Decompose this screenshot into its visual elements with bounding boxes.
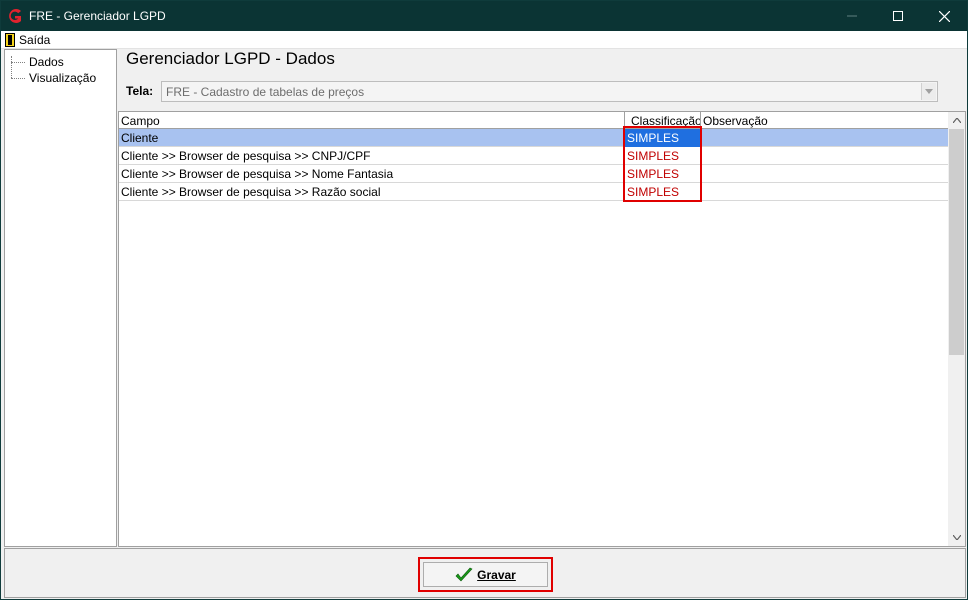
chevron-up-icon xyxy=(952,118,961,123)
cell-campo[interactable]: Cliente xyxy=(119,129,625,147)
table-row[interactable]: Cliente >> Browser de pesquisa >> Razão … xyxy=(119,183,949,201)
tela-select-value: FRE - Cadastro de tabelas de preços xyxy=(166,85,365,99)
maximize-icon xyxy=(893,11,903,21)
check-icon xyxy=(455,567,473,581)
column-header-classificacao[interactable]: Classificação xyxy=(625,112,701,129)
save-button[interactable]: Gravar xyxy=(423,562,548,587)
cell-observacao[interactable] xyxy=(701,183,949,201)
cell-classificacao[interactable]: SIMPLES xyxy=(625,147,701,165)
table-row[interactable]: Cliente >> Browser de pesquisa >> Nome F… xyxy=(119,165,949,183)
chevron-down-icon xyxy=(925,89,933,94)
navigation-tree: Dados Visualização xyxy=(4,49,117,547)
cell-observacao[interactable] xyxy=(701,147,949,165)
footer-bar: Gravar xyxy=(4,548,966,598)
maximize-button[interactable] xyxy=(875,1,921,31)
scroll-thumb[interactable] xyxy=(949,129,964,355)
minimize-icon xyxy=(847,15,857,17)
title-bar[interactable]: FRE - Gerenciador LGPD xyxy=(1,1,967,31)
cell-classificacao[interactable]: SIMPLES xyxy=(625,129,701,147)
cell-campo[interactable]: Cliente >> Browser de pesquisa >> Nome F… xyxy=(119,165,625,183)
dropdown-arrow-button[interactable] xyxy=(921,83,936,100)
cell-classificacao[interactable]: SIMPLES xyxy=(625,183,701,201)
tree-branch-line xyxy=(11,77,25,79)
vertical-scrollbar[interactable] xyxy=(948,112,965,546)
close-button[interactable] xyxy=(921,1,967,31)
minimize-button[interactable] xyxy=(829,1,875,31)
cell-campo[interactable]: Cliente >> Browser de pesquisa >> Razão … xyxy=(119,183,625,201)
scroll-up-button[interactable] xyxy=(948,112,965,129)
table-row[interactable]: Cliente >> Browser de pesquisa >> CNPJ/C… xyxy=(119,147,949,165)
cell-observacao[interactable] xyxy=(701,129,949,147)
tela-label: Tela: xyxy=(126,84,154,98)
cell-campo[interactable]: Cliente >> Browser de pesquisa >> CNPJ/C… xyxy=(119,147,625,165)
grid-header: Campo Classificação Observação xyxy=(119,112,949,129)
page-title: Gerenciador LGPD - Dados xyxy=(126,49,335,68)
app-window: FRE - Gerenciador LGPD Saída Dados Visua… xyxy=(0,0,968,600)
exit-door-icon xyxy=(5,33,15,47)
cell-classificacao[interactable]: SIMPLES xyxy=(625,165,701,183)
tree-item-dados[interactable]: Dados xyxy=(11,54,64,70)
save-button-label: Gravar xyxy=(477,567,516,582)
table-row[interactable]: Cliente SIMPLES xyxy=(119,129,949,147)
tree-branch-line xyxy=(11,61,25,63)
menu-exit-label: Saída xyxy=(19,33,51,47)
cell-observacao[interactable] xyxy=(701,165,949,183)
save-highlight-box: Gravar xyxy=(418,557,553,592)
menu-item-exit[interactable]: Saída xyxy=(5,32,50,48)
main-panel: Gerenciador LGPD - Dados Tela: FRE - Cad… xyxy=(117,49,967,547)
tree-item-label: Dados xyxy=(29,55,64,69)
app-logo-icon xyxy=(9,9,21,23)
tela-select[interactable]: FRE - Cadastro de tabelas de preços xyxy=(161,81,938,102)
tree-item-label: Visualização xyxy=(29,71,97,85)
column-header-campo[interactable]: Campo xyxy=(119,112,625,129)
data-grid[interactable]: Campo Classificação Observação Cliente S… xyxy=(118,111,966,547)
tree-item-visualizacao[interactable]: Visualização xyxy=(11,70,96,86)
window-title: FRE - Gerenciador LGPD xyxy=(29,9,166,23)
menu-bar: Saída xyxy=(1,31,967,49)
scroll-down-button[interactable] xyxy=(948,529,965,546)
column-header-observacao[interactable]: Observação xyxy=(701,112,949,129)
chevron-down-icon xyxy=(952,535,961,540)
close-icon xyxy=(938,10,950,22)
